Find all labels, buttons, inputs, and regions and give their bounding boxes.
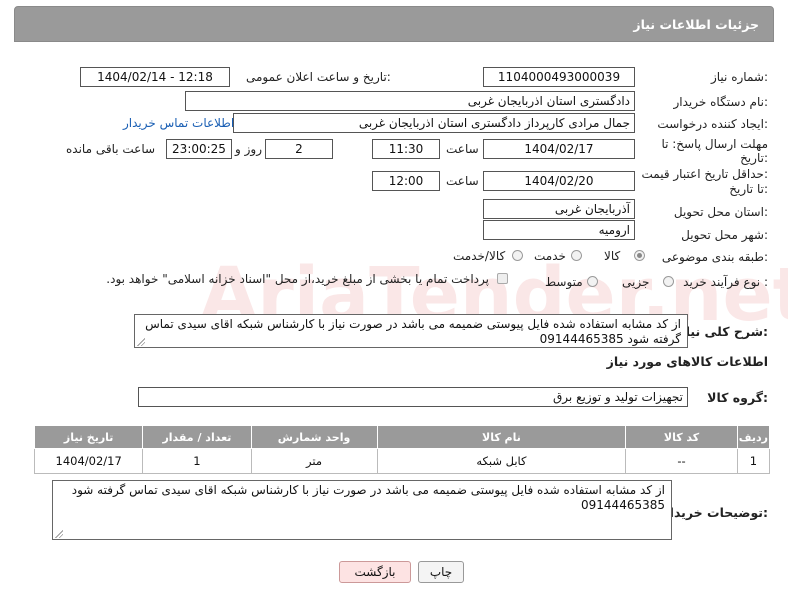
goods-table: ردیف کد کالا نام کالا واحد شمارش تعداد /… bbox=[33, 425, 771, 474]
print-button[interactable]: چاپ bbox=[418, 561, 464, 583]
need-number-field: 1104000493000039 bbox=[483, 67, 635, 87]
city-field: ارومیه bbox=[483, 220, 635, 240]
table-header-row: ردیف کد کالا نام کالا واحد شمارش تعداد /… bbox=[33, 425, 771, 449]
cell-name: کابل شبکه bbox=[376, 448, 627, 474]
col-header-unit: واحد شمارش bbox=[250, 425, 378, 449]
category-option-service: خدمت bbox=[534, 249, 566, 263]
col-header-row-number: ردیف bbox=[736, 425, 771, 449]
overall-desc-textarea[interactable]: از کد مشابه استفاده شده فایل پیوستی ضمیم… bbox=[134, 314, 688, 348]
remaining-time-field: 23:00:25 bbox=[166, 139, 232, 159]
category-radio-service[interactable] bbox=[571, 250, 582, 261]
buyer-notes-textarea[interactable]: از کد مشابه استفاده شده فایل پیوستی ضمیم… bbox=[52, 480, 672, 540]
announce-datetime-label: تاریخ و ساعت اعلان عمومی: bbox=[246, 70, 391, 84]
category-radio-goods-service[interactable] bbox=[512, 250, 523, 261]
purchase-type-label: نوع فرآیند خرید : bbox=[683, 275, 768, 289]
treasury-payment-checkbox[interactable] bbox=[497, 273, 508, 284]
col-header-quantity: تعداد / مقدار bbox=[142, 425, 252, 449]
purchase-option-minor: جزیی bbox=[622, 275, 650, 289]
price-validity-label: حداقل تاریخ اعتبار قیمت: bbox=[641, 167, 768, 181]
page-title: جزئیات اطلاعات نیاز bbox=[633, 17, 759, 32]
overall-desc-label: شرح کلی نیاز: bbox=[678, 324, 769, 339]
purchase-option-medium: متوسط bbox=[545, 275, 583, 289]
cell-date: 1404/02/17 bbox=[33, 448, 144, 474]
category-option-goods: کالا bbox=[604, 249, 621, 263]
resize-grip-icon[interactable] bbox=[55, 530, 63, 538]
requester-field: جمال مرادی کارپرداز دادگستری استان اذربا… bbox=[233, 113, 635, 133]
buyer-org-field: دادگستری استان اذربایجان غربی bbox=[185, 91, 635, 111]
treasury-payment-note: پرداخت تمام یا بخشی از مبلغ خرید،از محل … bbox=[106, 272, 489, 286]
reply-time-label: ساعت bbox=[446, 142, 479, 156]
col-header-name: نام کالا bbox=[376, 425, 627, 449]
buyer-contact-link[interactable]: اطلاعات تماس خریدار bbox=[123, 116, 234, 130]
category-radio-goods[interactable] bbox=[634, 250, 645, 261]
reply-deadline-label-2: تاریخ: bbox=[740, 151, 768, 165]
resize-grip-icon[interactable] bbox=[137, 338, 145, 346]
panel-header: جزئیات اطلاعات نیاز bbox=[14, 6, 774, 42]
reply-time-field: 11:30 bbox=[372, 139, 440, 159]
purchase-radio-medium[interactable] bbox=[587, 276, 598, 287]
announce-datetime-field: 1404/02/14 - 12:18 bbox=[80, 67, 230, 87]
purchase-radio-minor[interactable] bbox=[663, 276, 674, 287]
cell-unit: متر bbox=[250, 448, 378, 474]
price-validity-label-2: تا تاریخ: bbox=[729, 182, 768, 196]
overall-desc-text: از کد مشابه استفاده شده فایل پیوستی ضمیم… bbox=[145, 317, 681, 346]
reply-deadline-label: مهلت ارسال پاسخ: تا bbox=[661, 137, 768, 151]
category-label: طبقه بندی موضوعی: bbox=[661, 250, 768, 264]
price-date-field: 1404/02/20 bbox=[483, 171, 635, 191]
category-option-goods-service: کالا/خدمت bbox=[453, 249, 506, 263]
reply-date-field: 1404/02/17 bbox=[483, 139, 635, 159]
price-time-label: ساعت bbox=[446, 174, 479, 188]
buyer-org-label: نام دستگاه خریدار: bbox=[673, 95, 769, 109]
goods-info-heading: اطلاعات کالاهای مورد نیاز bbox=[606, 354, 768, 369]
remaining-label: ساعت باقی مانده bbox=[66, 142, 156, 156]
buyer-notes-label: توضیحات خریدار: bbox=[662, 505, 768, 520]
reply-days-field: 2 bbox=[265, 139, 333, 159]
province-field: آذربایجان غربی bbox=[483, 199, 635, 219]
need-number-label: شماره نیاز: bbox=[710, 70, 768, 84]
goods-group-label: گروه کالا: bbox=[707, 390, 768, 405]
cell-quantity: 1 bbox=[142, 448, 252, 474]
day-and-label: روز و bbox=[235, 142, 262, 156]
goods-group-field: تجهیزات تولید و توزیع برق bbox=[138, 387, 688, 407]
table-row[interactable]: 1 -- کابل شبکه متر 1 1404/02/17 bbox=[33, 448, 771, 474]
cell-code: -- bbox=[625, 448, 738, 474]
back-button[interactable]: بازگشت bbox=[339, 561, 411, 583]
province-label: استان محل تحویل: bbox=[673, 205, 768, 219]
buyer-notes-text: از کد مشابه استفاده شده فایل پیوستی ضمیم… bbox=[71, 483, 665, 512]
col-header-code: کد کالا bbox=[625, 425, 738, 449]
price-time-field: 12:00 bbox=[372, 171, 440, 191]
col-header-date: تاریخ نیاز bbox=[33, 425, 144, 449]
city-label: شهر محل تحویل: bbox=[681, 228, 768, 242]
requester-label: ایجاد کننده درخواست: bbox=[657, 117, 768, 131]
cell-row-number: 1 bbox=[736, 448, 771, 474]
